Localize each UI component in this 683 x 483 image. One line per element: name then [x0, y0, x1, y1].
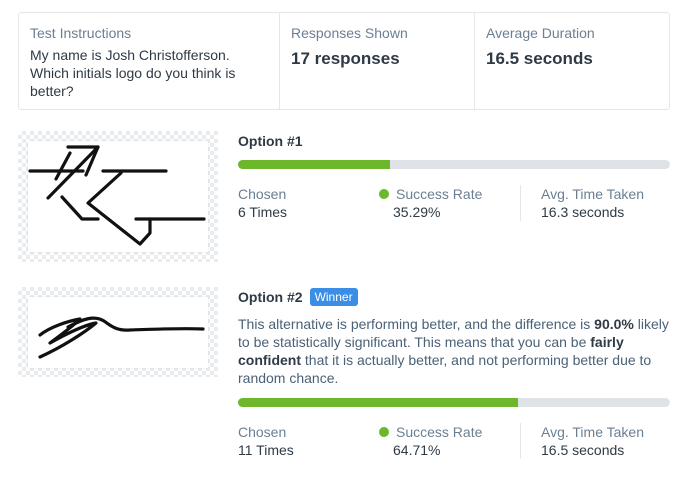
responses-shown-label: Responses Shown [291, 25, 408, 41]
option-1-stats: Chosen 6 Times Success Rate 35.29% Avg. … [238, 185, 670, 221]
chosen-label: Chosen [238, 424, 287, 440]
responses-shown-value: 17 responses [291, 49, 400, 68]
chosen-value: 11 Times [238, 442, 294, 458]
option-1-progress-bar [238, 160, 670, 169]
avg-time-label: Avg. Time Taken [541, 186, 644, 202]
option-2-thumbnail[interactable] [18, 287, 218, 377]
option-1-thumbnail[interactable] [18, 131, 218, 262]
average-duration-cell: Average Duration 16.5 seconds [475, 13, 669, 109]
option-1-title-text: Option #1 [238, 133, 303, 149]
winner-badge: Winner [309, 288, 358, 306]
option-2-time-stat: Avg. Time Taken 16.5 seconds [520, 423, 644, 459]
option-1-success-stat: Success Rate 35.29% [379, 185, 520, 221]
option-1-progress-fill [238, 160, 391, 169]
option-1-chosen-stat: Chosen 6 Times [238, 185, 379, 221]
option-2-title-text: Option #2 [238, 289, 303, 305]
option-2-progress-bar [238, 398, 670, 407]
success-rate-label: Success Rate [396, 186, 483, 202]
option-2-title: Option #2 Winner [238, 288, 670, 306]
success-rate-value: 35.29% [393, 204, 441, 220]
option-2-significance-text: This alternative is performing better, a… [238, 315, 670, 387]
chosen-value: 6 Times [238, 204, 288, 220]
option-1-result: Option #1 Chosen 6 Times Success Rate 35… [238, 132, 670, 221]
success-dot-icon [379, 427, 389, 437]
option-2-stats: Chosen 11 Times Success Rate 64.71% Avg.… [238, 423, 670, 459]
success-dot-icon [379, 189, 389, 199]
significance-percent: 90.0% [594, 316, 634, 332]
test-instructions-text: My name is Josh Christofferson. Which in… [30, 47, 236, 99]
option-1-logo-card [28, 141, 208, 252]
option-2-logo-image [38, 316, 205, 359]
option-2-logo-card [28, 297, 208, 368]
option-1-title: Option #1 [238, 132, 670, 150]
average-duration-label: Average Duration [486, 25, 595, 41]
avg-time-value: 16.3 seconds [541, 204, 625, 220]
avg-time-label: Avg. Time Taken [541, 424, 644, 440]
chosen-label: Chosen [238, 186, 287, 202]
average-duration-value: 16.5 seconds [486, 49, 593, 68]
test-instructions-cell: Test Instructions My name is Josh Christ… [19, 13, 280, 109]
option-2-chosen-stat: Chosen 11 Times [238, 423, 379, 459]
avg-time-value: 16.5 seconds [541, 442, 625, 458]
test-instructions-label: Test Instructions [30, 25, 132, 41]
option-1-logo-image [28, 145, 206, 246]
significance-text-part: This alternative is performing better, a… [238, 316, 595, 332]
success-rate-label: Success Rate [396, 424, 483, 440]
test-summary-panel: Test Instructions My name is Josh Christ… [18, 12, 670, 110]
option-2-result: Option #2 Winner This alternative is per… [238, 288, 670, 459]
option-2-progress-fill [238, 398, 518, 407]
option-2-success-stat: Success Rate 64.71% [379, 423, 520, 459]
responses-shown-cell: Responses Shown 17 responses [280, 13, 475, 109]
option-1-time-stat: Avg. Time Taken 16.3 seconds [520, 185, 644, 221]
success-rate-value: 64.71% [393, 442, 441, 458]
